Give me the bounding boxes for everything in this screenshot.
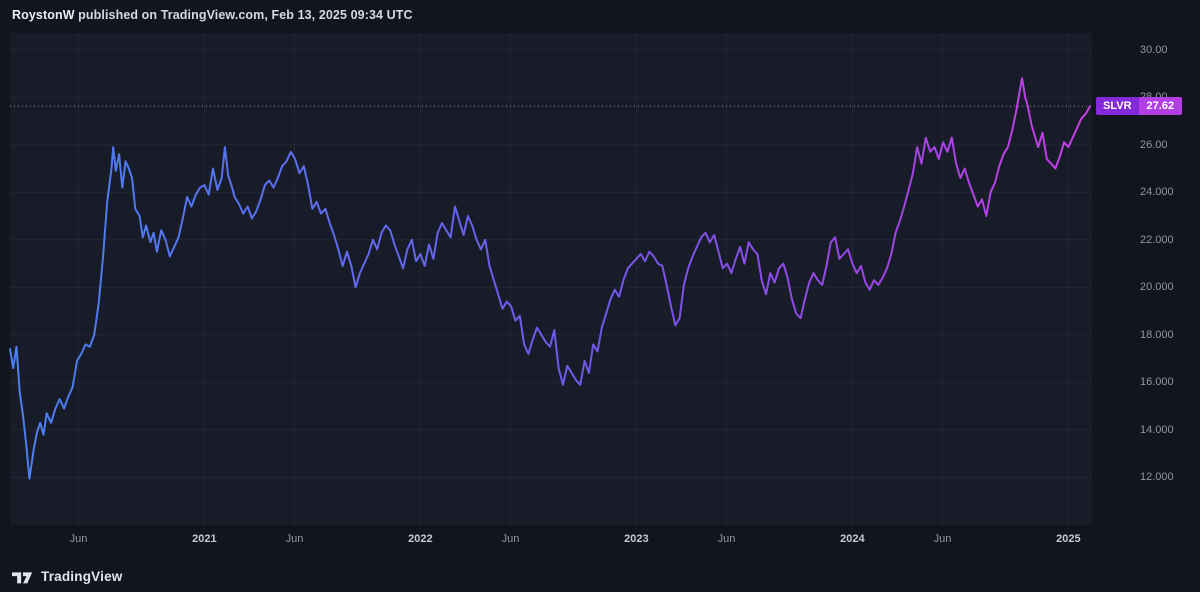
footer-bar: TradingView (12, 569, 122, 584)
tradingview-logo-icon[interactable] (12, 569, 34, 584)
last-price-ticker: SLVR (1096, 97, 1139, 115)
tradingview-brand[interactable]: TradingView (41, 569, 122, 584)
price-chart[interactable] (0, 0, 1200, 592)
last-price-value: 27.62 (1139, 97, 1183, 115)
published-chart-page: RoystonW published on TradingView.com, F… (0, 0, 1200, 592)
last-price-label: SLVR 27.62 (1096, 97, 1182, 115)
